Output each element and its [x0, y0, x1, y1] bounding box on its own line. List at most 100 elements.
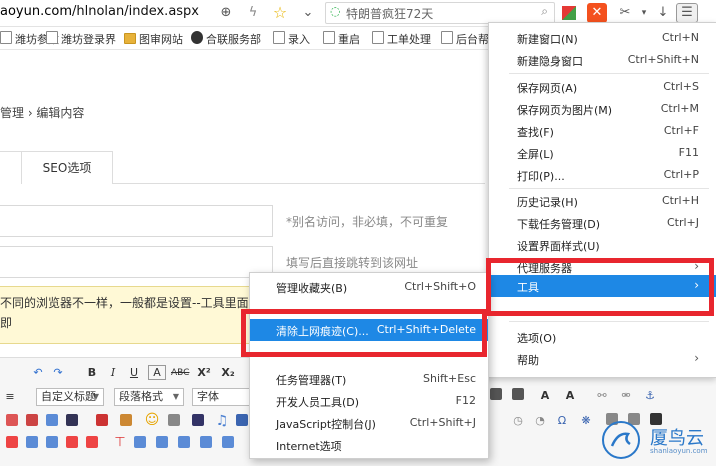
map-icon[interactable] — [168, 414, 180, 426]
merge-right-icon[interactable] — [156, 436, 168, 448]
line-height-icon[interactable] — [490, 388, 502, 400]
menu-icon[interactable]: ☰ — [676, 3, 698, 23]
tab-seo[interactable]: SEO选项 — [21, 151, 113, 184]
insert-col-icon[interactable] — [46, 436, 58, 448]
bookmark-item[interactable]: 录入 — [273, 31, 310, 47]
chevron-down-icon[interactable]: ⌄ — [298, 3, 318, 23]
menu-item-find[interactable]: 查找(F) Ctrl+F — [489, 120, 716, 142]
underline-icon[interactable]: U — [126, 365, 142, 381]
anchor-icon[interactable]: ⚓ — [642, 388, 658, 404]
italic-icon[interactable]: I — [105, 365, 121, 381]
date-icon[interactable]: ◷ — [510, 413, 526, 429]
menu-divider — [509, 188, 709, 189]
delete-row-icon[interactable] — [66, 436, 78, 448]
menu-item-new-window[interactable]: 新建窗口(N) Ctrl+N — [489, 27, 716, 49]
image-icon[interactable] — [6, 414, 18, 426]
menu-item-ui-style[interactable]: 设置界面样式(U) — [489, 234, 716, 256]
dropdown-icon[interactable]: ▾ — [634, 3, 654, 23]
delete-col-icon[interactable] — [86, 436, 98, 448]
search-text: 特朗普疯狂72天 — [346, 7, 434, 21]
code-icon[interactable] — [66, 414, 78, 426]
split-cells-icon[interactable] — [200, 436, 212, 448]
attachment-icon[interactable] — [120, 414, 132, 426]
split-icon[interactable]: ⊤ — [112, 435, 128, 451]
special-char-icon[interactable]: Ω — [554, 413, 570, 429]
emotion-icon[interactable]: ☺ — [144, 412, 160, 428]
favorite-star-icon[interactable]: ☆ — [270, 3, 290, 23]
bold-icon[interactable]: B — [84, 365, 100, 381]
menu-item-save-page[interactable]: 保存网页(A) Ctrl+S — [489, 76, 716, 98]
strikethrough-icon[interactable]: ABC — [171, 365, 189, 381]
menu-item-new-incognito[interactable]: 新建隐身窗口 Ctrl+Shift+N — [489, 49, 716, 71]
lightning-icon[interactable]: ϟ — [243, 3, 263, 23]
undo-icon[interactable]: ↶ — [30, 365, 46, 381]
menu-item-downloads[interactable]: 下载任务管理(D) Ctrl+J — [489, 212, 716, 234]
url-host: aoyun.com — [0, 4, 72, 19]
submenu-item-task-manager[interactable]: 任务管理器(T) Shift+Esc — [250, 368, 488, 390]
menu-item-print[interactable]: 打印(P)... Ctrl+P — [489, 164, 716, 186]
font-select[interactable]: 字体 — [192, 388, 252, 406]
list-icon[interactable]: ≡ — [2, 389, 18, 405]
format-painter-icon[interactable]: A — [537, 388, 553, 404]
bookmark-item[interactable]: 重启 — [323, 31, 360, 47]
unlink-icon[interactable]: ⚮ — [618, 388, 634, 404]
table-icon[interactable] — [46, 414, 58, 426]
download-icon[interactable]: ↓ — [653, 3, 673, 23]
insert-row-icon[interactable] — [26, 436, 38, 448]
extension-icon[interactable]: ✕ — [587, 3, 607, 23]
link-chain-icon[interactable]: ⚯ — [594, 388, 610, 404]
time-icon[interactable]: ◔ — [532, 413, 548, 429]
subscript-icon[interactable]: X₂ — [220, 365, 236, 381]
menu-item-fullscreen[interactable]: 全屏(L) F11 — [489, 142, 716, 164]
menu-item-help[interactable]: 帮助 › — [489, 348, 716, 370]
highlight-box-clear-data — [241, 309, 487, 357]
redirect-hint: 填写后直接跳转到该网址 — [286, 256, 419, 270]
menu-item-options[interactable]: 选项(O) — [489, 326, 716, 348]
page-icon — [323, 31, 335, 44]
zoom-icon[interactable]: ⊕ — [216, 3, 236, 23]
cell-icon[interactable] — [6, 436, 18, 448]
search-icon[interactable]: ⌕ — [541, 4, 548, 19]
merge-down-icon[interactable] — [178, 436, 190, 448]
search-input[interactable]: ◌ 特朗普疯狂72天 ⌕ — [325, 2, 555, 24]
align-icon[interactable] — [512, 388, 524, 400]
music-icon[interactable]: ♫ — [214, 413, 230, 429]
submenu-item-js-console[interactable]: JavaScript控制台(J) Ctrl+Shift+J — [250, 412, 488, 434]
menu-item-history[interactable]: 历史记录(H) Ctrl+H — [489, 190, 716, 212]
url-path: /hlnolan/index.aspx — [72, 4, 200, 19]
media-icon[interactable] — [96, 414, 108, 426]
superscript-icon[interactable]: X² — [196, 365, 212, 381]
highlight-box-tools — [486, 258, 714, 316]
tools-submenu: 管理收藏夹(B) Ctrl+Shift+O 清除上网痕迹(C)... Ctrl+Sh… — [249, 272, 489, 459]
breadcrumb: 管理 › 编辑内容 — [0, 106, 85, 120]
bookmark-item[interactable]: 潍坊登录界 — [46, 31, 116, 47]
page-icon — [273, 31, 285, 44]
url-field[interactable]: aoyun.com/hlnolan/index.aspx — [0, 4, 199, 19]
browser-main-menu: 新建窗口(N) Ctrl+N 新建隐身窗口 Ctrl+Shift+N 保存网页(A)… — [488, 22, 716, 378]
tab-basic[interactable] — [0, 151, 22, 184]
video-icon[interactable] — [26, 414, 38, 426]
font-border-icon[interactable]: A — [148, 365, 166, 380]
bookmark-item[interactable]: 合联服务部 — [191, 31, 261, 47]
merge-icon[interactable] — [134, 436, 146, 448]
save-icon[interactable] — [192, 414, 204, 426]
split-rows-icon[interactable] — [222, 436, 234, 448]
page-icon — [372, 31, 384, 44]
redo-icon[interactable]: ↷ — [50, 365, 66, 381]
link-icon[interactable] — [236, 414, 248, 426]
submenu-item-manage-favorites[interactable]: 管理收藏夹(B) Ctrl+Shift+O — [250, 276, 488, 298]
submenu-item-developer-tools[interactable]: 开发人员工具(D) F12 — [250, 390, 488, 412]
chevron-right-icon: › — [694, 351, 699, 365]
title-select[interactable]: ▼ 自定义标题 — [36, 388, 104, 406]
bookmark-item[interactable]: 图审网站 — [124, 31, 183, 47]
bookmark-item[interactable]: 工单处理 — [372, 31, 431, 47]
apps-icon[interactable] — [562, 6, 576, 20]
paragraph-select[interactable]: ▼ 段落格式 — [114, 388, 184, 406]
submenu-item-internet-options[interactable]: Internet选项 — [250, 434, 488, 456]
redirect-field[interactable] — [0, 246, 273, 278]
spellcheck-icon[interactable]: ❋ — [578, 413, 594, 429]
clear-format-icon[interactable]: A — [562, 388, 578, 404]
alias-field[interactable] — [0, 205, 273, 237]
menu-item-save-as-image[interactable]: 保存网页为图片(M) Ctrl+M — [489, 98, 716, 120]
scissors-icon[interactable]: ✂ — [615, 3, 635, 23]
